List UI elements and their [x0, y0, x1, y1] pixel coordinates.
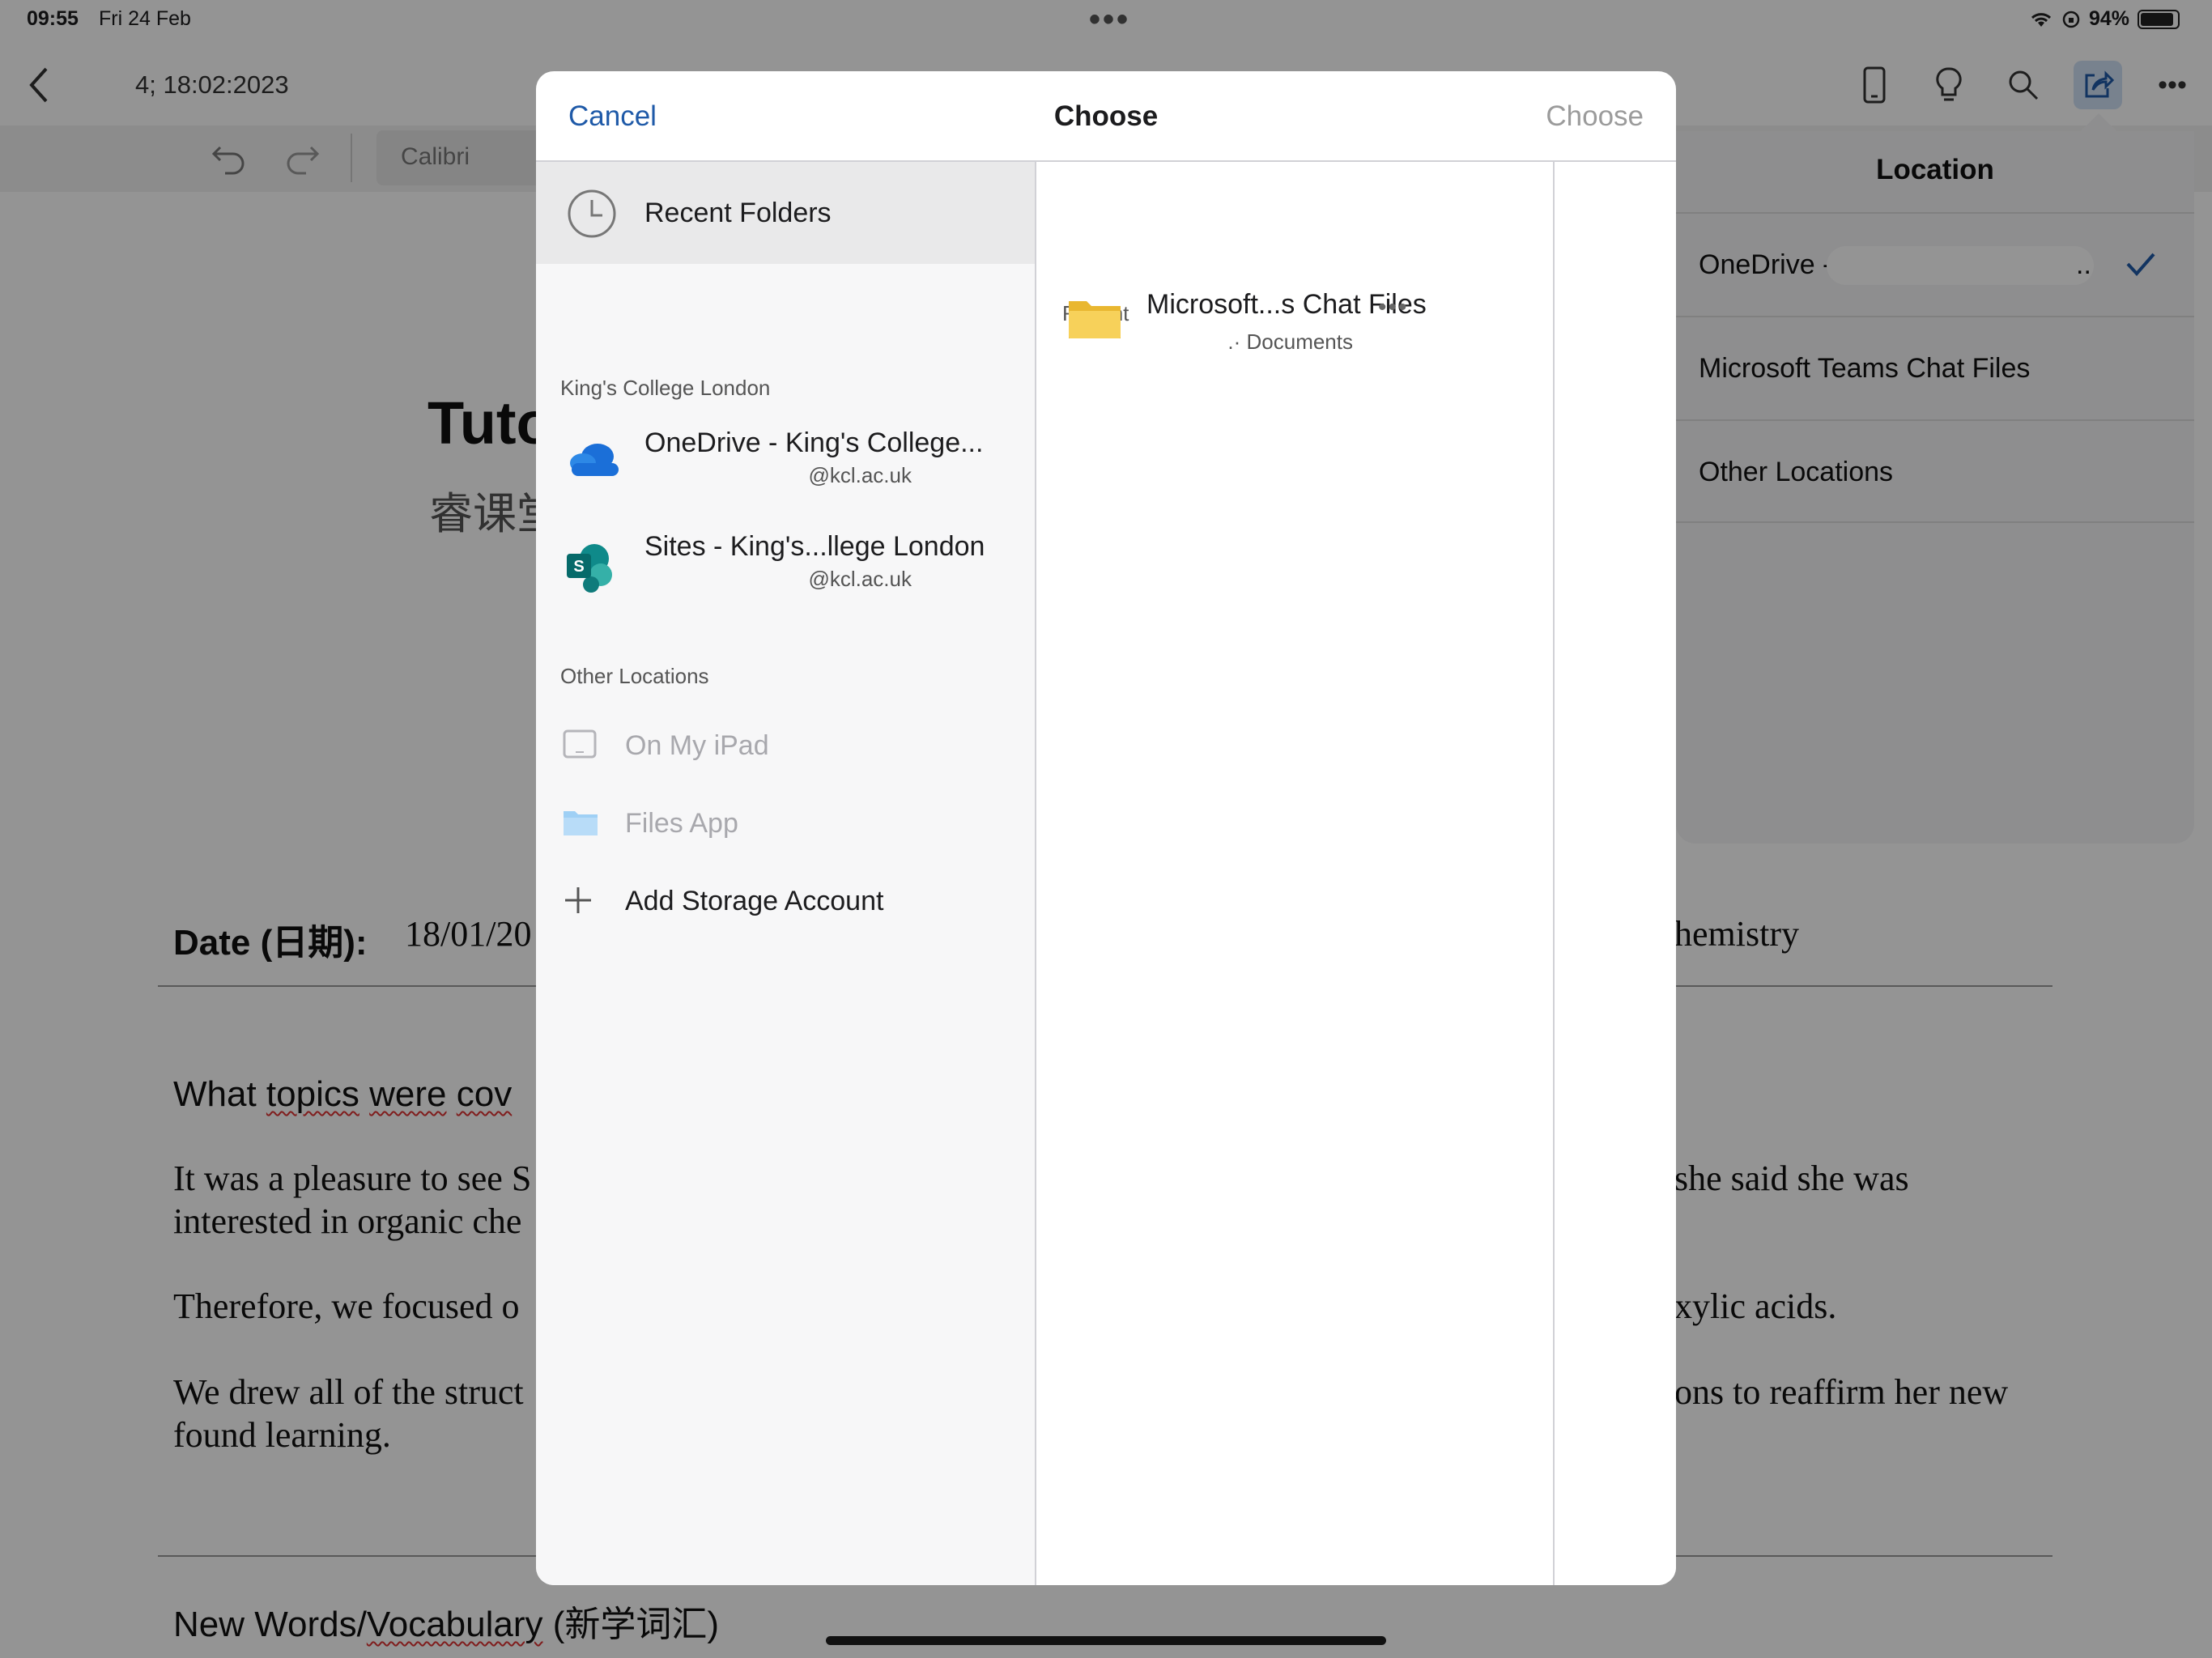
svg-text:S: S: [573, 558, 584, 576]
choose-location-modal: Cancel Choose Choose Recent Folders King…: [536, 71, 1676, 1585]
account-email: @kcl.ac.uk: [808, 463, 912, 487]
modal-header: Cancel Choose Choose: [536, 71, 1676, 162]
account-name: OneDrive - King's College...: [644, 427, 984, 458]
clock-icon: [568, 189, 616, 238]
more-options-button[interactable]: •••: [1378, 294, 1409, 321]
onedrive-icon: [570, 444, 619, 476]
detail-pane: [1555, 162, 1676, 1585]
sidebar-item-files-app[interactable]: Files App: [536, 784, 1035, 861]
sidebar-item-recent-folders[interactable]: Recent Folders: [536, 162, 1035, 264]
recent-files-pane: Recent: [1036, 162, 1555, 1585]
add-storage-account-button[interactable]: Add Storage Account: [536, 861, 1035, 939]
locations-sidebar: Recent Folders King's College London One…: [536, 162, 1036, 1585]
modal-title: Choose: [1053, 100, 1159, 132]
account-name: Sites - King's...llege London: [644, 531, 985, 562]
sidebar-item-label: Files App: [625, 808, 738, 839]
sidebar-item-label: Recent Folders: [644, 198, 832, 228]
other-locations-header: Other Locations: [560, 664, 709, 688]
sidebar-item-label: On My iPad: [625, 730, 769, 761]
kcl-section-header: King's College London: [560, 376, 771, 400]
sidebar-item-label: Add Storage Account: [625, 886, 884, 916]
home-indicator[interactable]: [826, 1636, 1386, 1645]
sidebar-item-on-my-ipad[interactable]: On My iPad: [536, 706, 1035, 784]
file-subtitle: .· Documents: [1227, 329, 1353, 354]
sidebar-item-onedrive[interactable]: OneDrive - King's College... @kcl.ac.uk: [536, 411, 1035, 515]
account-email: @kcl.ac.uk: [808, 567, 912, 591]
folder-icon: [564, 811, 598, 835]
sharepoint-icon: S: [567, 544, 612, 593]
cancel-button[interactable]: Cancel: [568, 100, 657, 133]
folder-icon: [1069, 301, 1121, 338]
choose-button[interactable]: Choose: [1546, 100, 1644, 133]
ipad-icon: [563, 729, 597, 759]
sidebar-item-sharepoint[interactable]: S Sites - King's...llege London @kcl.ac.…: [536, 515, 1035, 619]
plus-icon: [565, 887, 591, 913]
